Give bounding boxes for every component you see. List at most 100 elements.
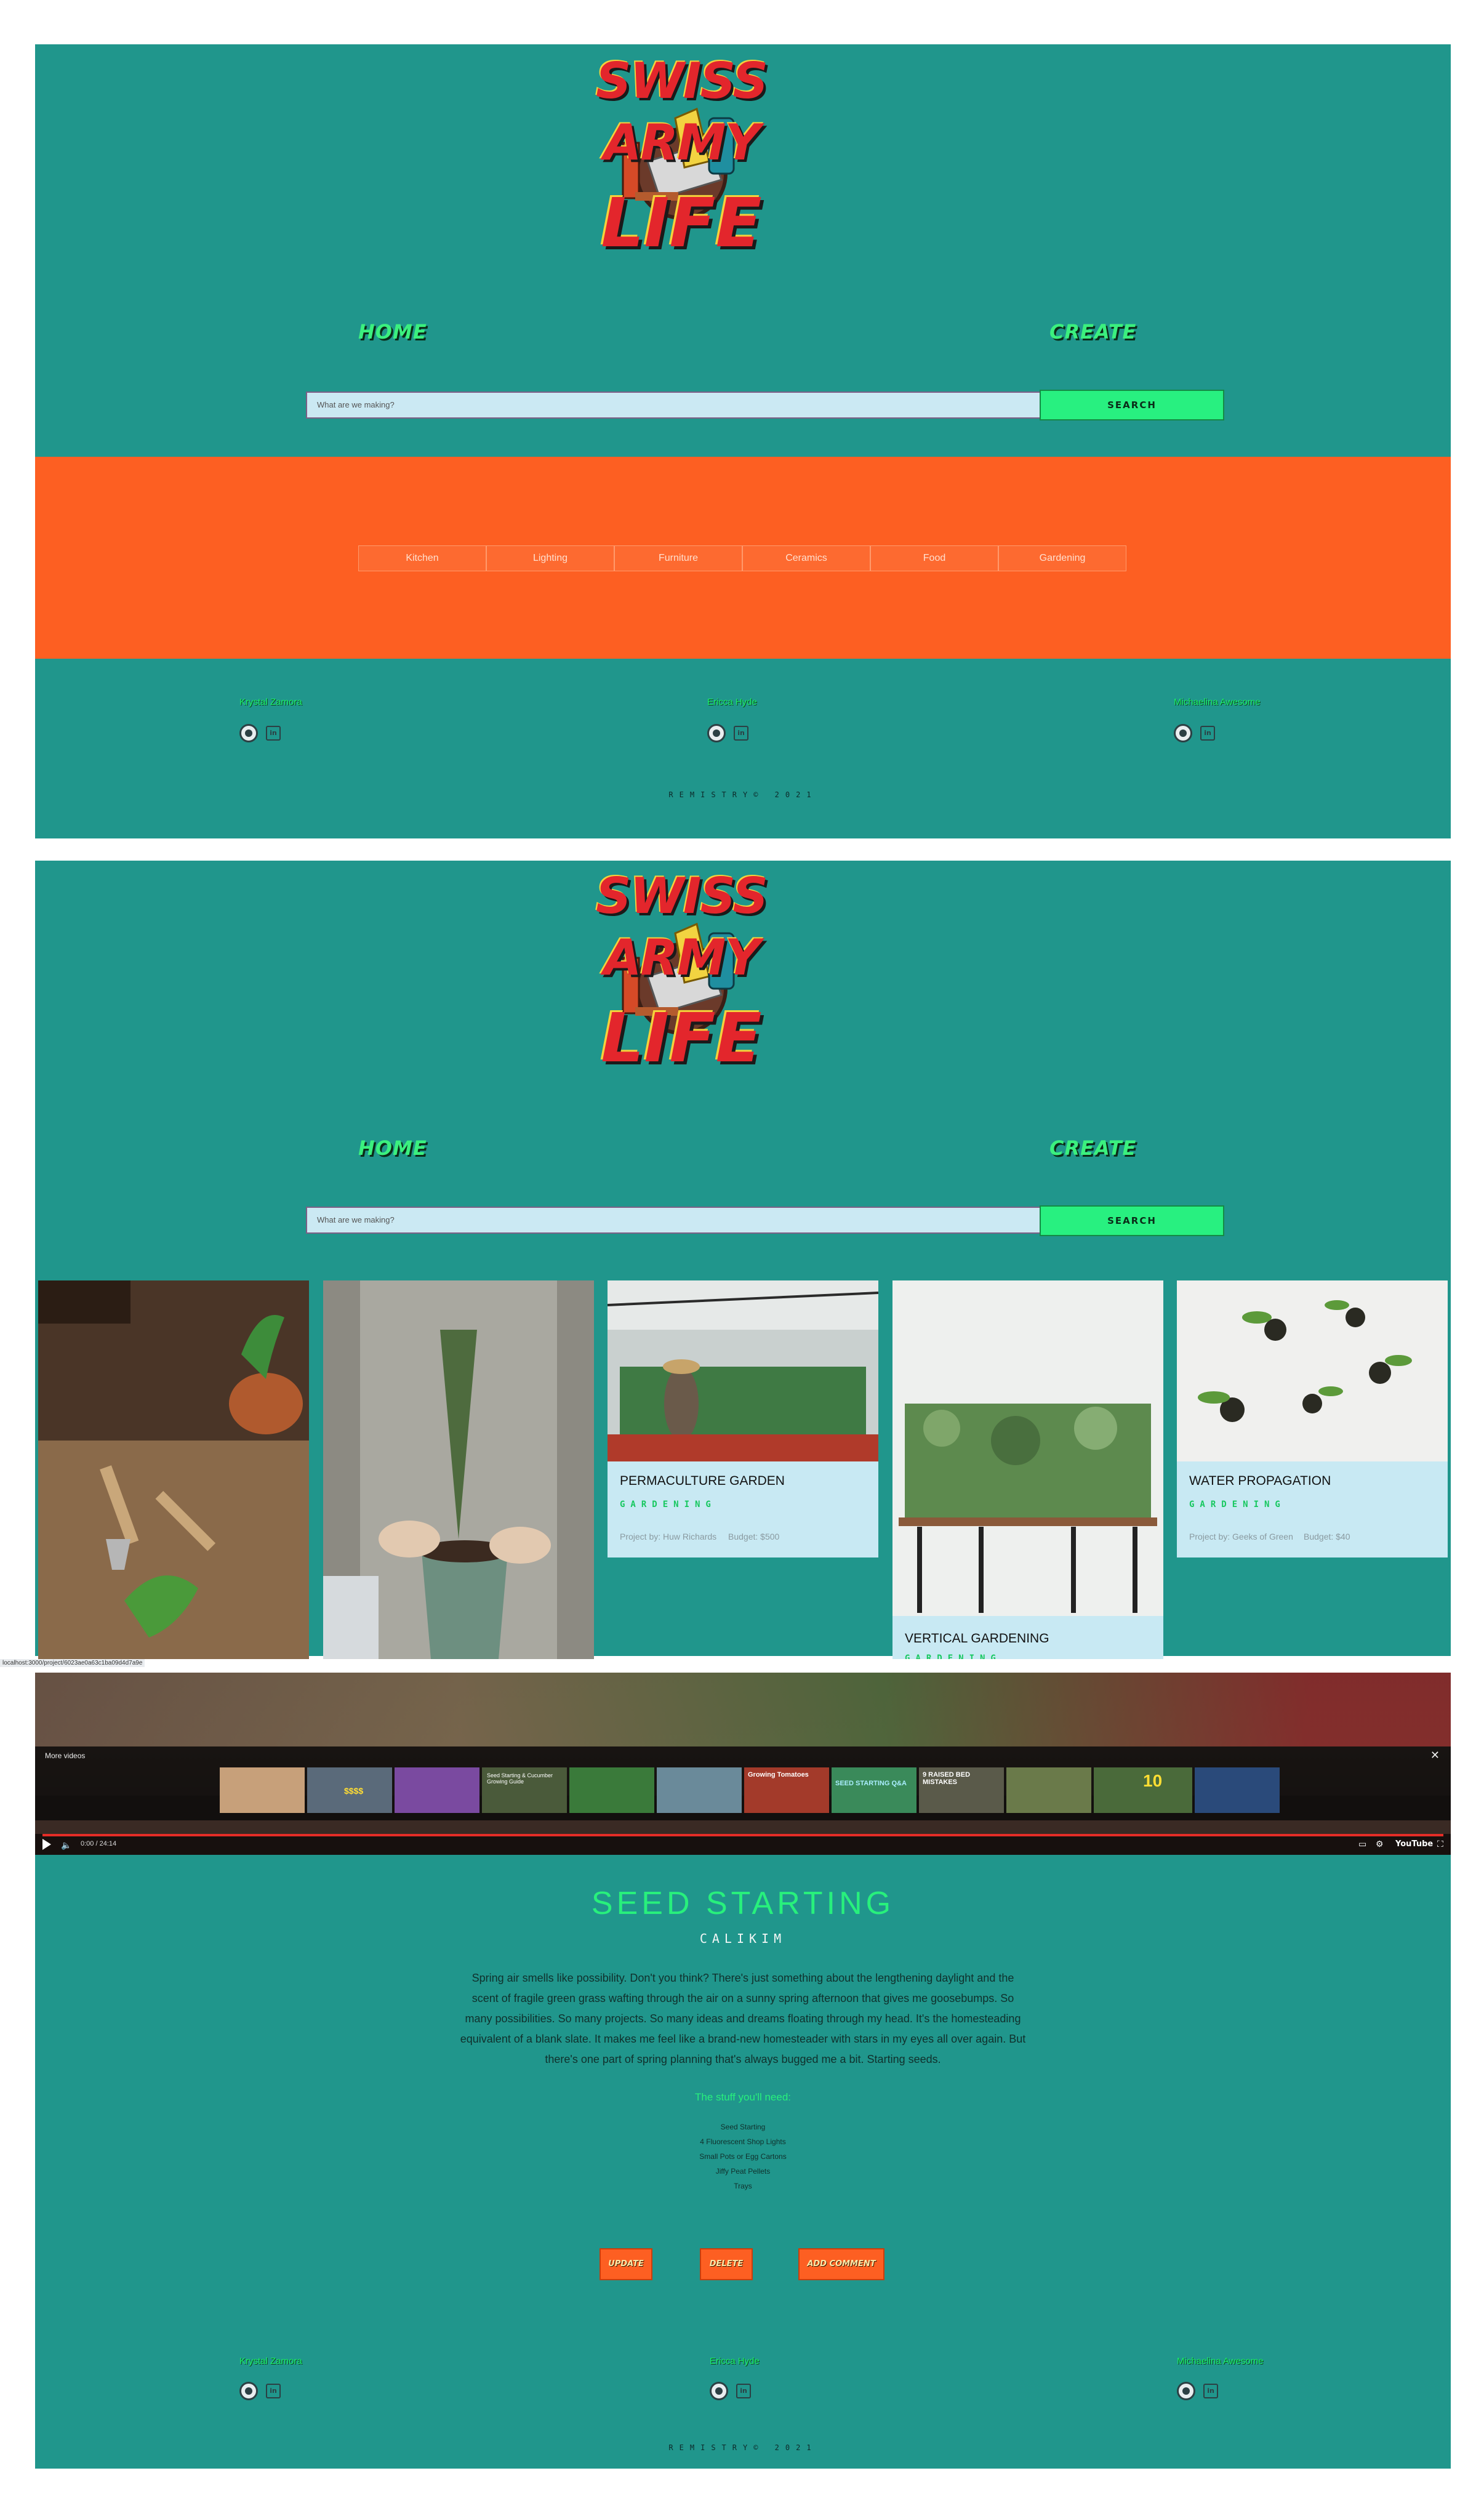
category-kitchen[interactable]: Kitchen	[358, 545, 486, 571]
card-budget: Budget: $40	[1304, 1532, 1350, 1541]
linkedin-icon[interactable]: in	[266, 2384, 281, 2398]
github-icon[interactable]	[710, 2382, 728, 2400]
material-item: Seed Starting	[720, 2123, 766, 2131]
video-suggestions: $$$$ Seed Starting & Cucumber Growing Gu…	[220, 1767, 1280, 1813]
footer-member-name: Krystal Zamora	[239, 697, 302, 707]
video-thumbnail[interactable]	[220, 1767, 305, 1813]
video-player[interactable]: More videos ✕ $$$$ Seed Starting & Cucum…	[35, 1673, 1451, 1855]
project-title: SEED STARTING	[591, 1886, 895, 1921]
video-thumbnail[interactable]: 9 RAISED BED MISTAKES	[919, 1767, 1004, 1813]
category-food[interactable]: Food	[870, 545, 998, 571]
thumbnail-text: SEED STARTING Q&A	[835, 1780, 907, 1787]
linkedin-icon[interactable]: in	[736, 2384, 751, 2398]
material-item: Trays	[734, 2182, 752, 2190]
video-thumbnail[interactable]: $$$$	[307, 1767, 392, 1813]
add-comment-button[interactable]: ADD COMMENT	[798, 2248, 884, 2280]
footer-member-name: Ericca Hyde	[707, 697, 757, 707]
footer-member-name: Ericca Hyde	[710, 2356, 760, 2366]
project-card[interactable]: PERMACULTURE GARDEN GARDENING Project by…	[608, 1280, 878, 1557]
nav-home-link[interactable]: HOME	[358, 320, 427, 344]
video-progress-bar[interactable]	[42, 1834, 1443, 1836]
delete-button[interactable]: DELETE	[700, 2248, 753, 2280]
thumbnail-text: 10	[1143, 1771, 1163, 1790]
logo-text-bottom: LIFE	[601, 999, 762, 1077]
logo-text-top: SWISS ARMY	[595, 867, 768, 986]
github-icon[interactable]	[707, 724, 726, 742]
potting-plant-image	[323, 1280, 594, 1659]
site-logo[interactable]: SWISS ARMY LIFE	[524, 866, 838, 1081]
video-thumbnail[interactable]	[657, 1767, 742, 1813]
material-item: Jiffy Peat Pellets	[715, 2167, 771, 2176]
video-thumbnail[interactable]	[569, 1767, 654, 1813]
volume-icon[interactable]: 🔈	[61, 1840, 71, 1851]
nav-create-link[interactable]: CREATE	[1049, 1136, 1136, 1160]
github-icon[interactable]	[239, 724, 258, 742]
card-category: GARDENING	[905, 1654, 1001, 1659]
greenhouse-image	[608, 1280, 878, 1461]
video-frame	[35, 1673, 1451, 1746]
fullscreen-icon[interactable]: ⛶	[1437, 1839, 1443, 1849]
github-icon[interactable]	[239, 2382, 258, 2400]
video-controls: 🔈 0:00 / 24:14 ▭ ⚙ YouTube ⛶	[35, 1834, 1451, 1855]
category-page: SWISS ARMY LIFE HOME CREATE What are we …	[35, 861, 1451, 1659]
project-card[interactable]: WATER PROPAGATION GARDENING Project by: …	[1177, 1280, 1448, 1557]
category-ceramics[interactable]: Ceramics	[742, 545, 870, 571]
card-title: PERMACULTURE GARDEN	[620, 1474, 785, 1488]
category-furniture[interactable]: Furniture	[614, 545, 742, 571]
project-card[interactable]	[38, 1280, 309, 1659]
video-thumbnail[interactable]	[1006, 1767, 1091, 1813]
search-input[interactable]: What are we making?	[306, 1207, 1069, 1234]
thumbnail-text: $$$$	[344, 1786, 364, 1796]
linkedin-icon[interactable]: in	[734, 726, 748, 741]
video-time: 0:00 / 24:14	[81, 1840, 117, 1847]
category-list: Kitchen Lighting Furniture Ceramics Food…	[358, 545, 1126, 571]
footer-member-name: Michaelina Awesome	[1174, 697, 1261, 707]
card-category: GARDENING	[620, 1500, 716, 1509]
linkedin-icon[interactable]: in	[266, 726, 281, 741]
nav-home-link[interactable]: HOME	[358, 1136, 427, 1160]
linkedin-icon[interactable]: in	[1203, 2384, 1218, 2398]
video-thumbnail[interactable]: Seed Starting & Cucumber Growing Guide	[482, 1767, 567, 1813]
github-icon[interactable]	[1174, 724, 1192, 742]
copyright: REMISTRY© 2021	[668, 790, 817, 799]
video-thumbnail[interactable]	[395, 1767, 479, 1813]
materials-heading: The stuff you'll need:	[694, 2091, 792, 2103]
card-title: WATER PROPAGATION	[1189, 1474, 1331, 1488]
more-videos-overlay: More videos ✕ $$$$ Seed Starting & Cucum…	[35, 1746, 1451, 1820]
project-card[interactable]	[323, 1280, 594, 1659]
captions-icon[interactable]: ▭	[1358, 1839, 1366, 1849]
thumbnail-text: 9 RAISED BED MISTAKES	[923, 1771, 971, 1786]
linkedin-icon[interactable]: in	[1200, 726, 1215, 741]
nav-create-link[interactable]: CREATE	[1049, 320, 1136, 344]
more-videos-label: More videos	[45, 1751, 86, 1760]
copyright: REMISTRY© 2021	[668, 2443, 817, 2452]
search-button[interactable]: SEARCH	[1040, 390, 1224, 420]
thumbnail-text: Growing Tomatoes	[748, 1771, 809, 1779]
play-icon[interactable]	[42, 1839, 51, 1850]
water-propagation-image	[1177, 1280, 1448, 1461]
update-button[interactable]: UPDATE	[600, 2248, 652, 2280]
video-thumbnail[interactable]: 10	[1094, 1767, 1192, 1813]
search-input[interactable]: What are we making?	[306, 392, 1069, 419]
close-icon[interactable]: ✕	[1430, 1749, 1440, 1762]
project-card[interactable]: VERTICAL GARDENING GARDENING	[892, 1280, 1163, 1659]
card-budget: Budget: $500	[728, 1532, 780, 1541]
footer-member-name: Michaelina Awesome	[1177, 2356, 1264, 2366]
settings-gear-icon[interactable]: ⚙	[1376, 1839, 1384, 1849]
thumbnail-text: Seed Starting & Cucumber Growing Guide	[487, 1772, 553, 1785]
video-thumbnail[interactable]: SEED STARTING Q&A	[832, 1767, 916, 1813]
youtube-logo[interactable]: YouTube	[1395, 1839, 1433, 1849]
status-bar-url: localhost:3000/project/6023ae0a63c1ba09d…	[0, 1659, 145, 1667]
card-author: Project by: Huw Richards	[620, 1532, 717, 1541]
search-button[interactable]: SEARCH	[1040, 1205, 1224, 1236]
material-item: 4 Fluorescent Shop Lights	[700, 2137, 786, 2146]
project-page: More videos ✕ $$$$ Seed Starting & Cucum…	[35, 1673, 1451, 2469]
github-icon[interactable]	[1177, 2382, 1195, 2400]
video-thumbnail[interactable]: Growing Tomatoes	[744, 1767, 829, 1813]
card-category: GARDENING	[1189, 1500, 1286, 1509]
category-gardening[interactable]: Gardening	[998, 545, 1126, 571]
site-logo[interactable]: SWISS ARMY LIFE	[524, 50, 838, 266]
video-thumbnail[interactable]	[1195, 1767, 1280, 1813]
category-lighting[interactable]: Lighting	[486, 545, 614, 571]
project-description: Spring air smells like possibility. Don'…	[460, 1972, 1026, 2065]
